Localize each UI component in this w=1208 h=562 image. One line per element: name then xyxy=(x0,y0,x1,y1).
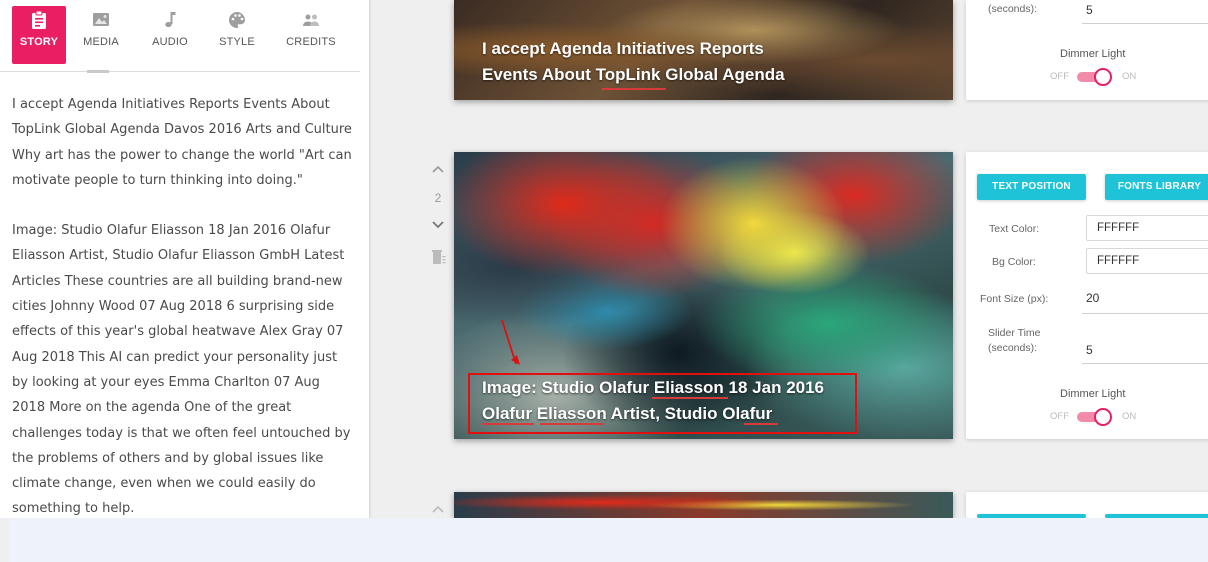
dimmer-light-label: Dimmer Light xyxy=(1060,48,1126,60)
slide-image[interactable]: Image: Studio Olafur Eliasson 18 Jan 201… xyxy=(454,152,953,439)
dimmer-toggle-knob[interactable] xyxy=(1094,408,1112,426)
left-panel: STORY MEDIA AUDIO STYLE CREDITS I accept… xyxy=(0,0,369,518)
slide-settings-card: TEXT POSITION FONTS LIBRARY Text Color: … xyxy=(966,152,1208,439)
tab-credits-label: CREDITS xyxy=(286,36,336,48)
story-paragraph: Image: Studio Olafur Eliasson 18 Jan 201… xyxy=(12,223,351,517)
input-underline xyxy=(1082,23,1208,24)
slider-time-label: Slider Time xyxy=(988,327,1041,339)
fonts-library-button[interactable]: FONTS LIBRARY xyxy=(1105,174,1208,200)
text-color-label: Text Color: xyxy=(989,223,1040,235)
tab-credits[interactable]: CREDITS xyxy=(284,6,338,64)
tab-style[interactable]: STYLE xyxy=(210,6,264,64)
tab-audio[interactable]: AUDIO xyxy=(143,6,197,64)
input-underline xyxy=(1082,363,1208,364)
tab-story[interactable]: STORY xyxy=(12,6,66,64)
toggle-on-label: ON xyxy=(1122,71,1137,82)
annotation-highlight-box xyxy=(468,373,857,434)
font-size-label: Font Size (px): xyxy=(980,293,1049,305)
slide-image[interactable] xyxy=(454,492,953,518)
dimmer-toggle-knob[interactable] xyxy=(1094,68,1112,86)
slider-time-value[interactable]: 5 xyxy=(1086,3,1093,17)
caption-line: Events About TopLink Global Agenda xyxy=(482,65,785,84)
font-size-input[interactable]: 20 xyxy=(1086,291,1099,305)
slider-time-label: (seconds): xyxy=(988,3,1038,15)
image-icon xyxy=(93,13,109,26)
music-note-icon xyxy=(165,12,176,28)
toggle-off-label: OFF xyxy=(1050,411,1069,422)
slide-caption[interactable]: I accept Agenda Initiatives Reports Even… xyxy=(482,36,942,88)
story-text[interactable]: I accept Agenda Initiatives Reports Even… xyxy=(12,92,357,518)
tab-audio-label: AUDIO xyxy=(152,36,188,48)
slide-settings-card xyxy=(966,492,1208,518)
tab-bar: STORY MEDIA AUDIO STYLE CREDITS xyxy=(0,0,360,72)
move-up-icon[interactable] xyxy=(430,163,446,175)
tab-style-label: STYLE xyxy=(219,36,255,48)
caption-line: I accept Agenda Initiatives Reports xyxy=(482,39,764,58)
tab-media-label: MEDIA xyxy=(83,36,119,48)
tab-media[interactable]: MEDIA xyxy=(74,6,128,64)
text-color-input[interactable]: FFFFFF xyxy=(1086,215,1208,241)
input-underline xyxy=(1082,313,1208,314)
move-up-icon[interactable] xyxy=(430,503,446,515)
people-icon xyxy=(303,14,319,26)
tab-story-label: STORY xyxy=(19,36,59,48)
delete-icon[interactable] xyxy=(430,248,446,266)
slide-settings-card: (seconds): 5 Dimmer Light OFF ON xyxy=(966,0,1208,100)
story-paragraph: I accept Agenda Initiatives Reports Even… xyxy=(12,97,352,188)
toggle-off-label: OFF xyxy=(1050,71,1069,82)
bottom-bar xyxy=(9,518,1208,562)
toggle-on-label: ON xyxy=(1122,411,1137,422)
bg-color-input[interactable]: FFFFFF xyxy=(1086,248,1208,274)
slider-time-label: (seconds): xyxy=(988,342,1038,354)
tab-scroll-indicator xyxy=(87,70,109,73)
spellcheck-underline xyxy=(602,88,666,90)
slide-image[interactable]: I accept Agenda Initiatives Reports Even… xyxy=(454,0,953,100)
slide-number: 2 xyxy=(434,191,442,205)
slider-time-input[interactable]: 5 xyxy=(1086,343,1093,357)
dimmer-light-label: Dimmer Light xyxy=(1060,388,1126,400)
clipboard-icon xyxy=(32,10,46,29)
panel-divider xyxy=(369,0,372,518)
bg-color-label: Bg Color: xyxy=(992,256,1036,268)
text-position-button[interactable]: TEXT POSITION xyxy=(977,174,1086,200)
palette-icon xyxy=(229,12,245,28)
move-down-icon[interactable] xyxy=(430,219,446,231)
